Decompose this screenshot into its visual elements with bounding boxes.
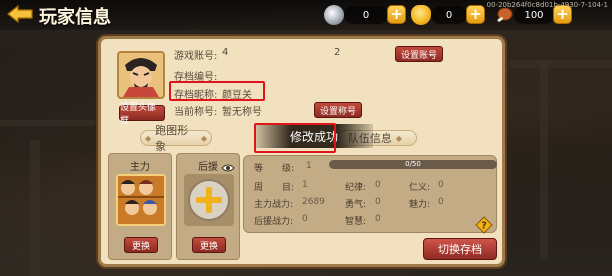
- courage-value: 0: [375, 197, 381, 207]
- backup-power-value: 0: [302, 214, 308, 224]
- backup-slot: 后援 更换: [176, 153, 240, 260]
- title-value: 暂无称号: [222, 107, 262, 118]
- plus-circle-icon: [188, 179, 230, 221]
- week-label-1: 周: [254, 183, 264, 193]
- tab-run-image-label: 跑图形象: [155, 124, 189, 153]
- main-power-label: 主力战力:: [254, 200, 294, 210]
- set-title-button[interactable]: 设置称号: [314, 102, 362, 118]
- discipline-value: 0: [375, 180, 381, 190]
- player-avatar[interactable]: [117, 51, 165, 99]
- question-mark-icon: ?: [475, 216, 493, 234]
- team-portraits-icon: [118, 176, 164, 224]
- stats-panel: 等 级: 1 0/50 周 目: 1 纪律: 0 仁义: 0 主力战力: 268…: [243, 155, 497, 234]
- wisdom-label: 智慧:: [345, 217, 367, 227]
- tab-right-ornament-icon: ◆: [200, 133, 207, 143]
- main-slot: 主力 更换: [108, 153, 172, 260]
- back-arrow-icon: [7, 5, 33, 23]
- gold-ingot-icon: [411, 5, 431, 25]
- account-label: 游戏账号:: [174, 51, 218, 62]
- main-power-value: 2689: [302, 197, 325, 207]
- week-value: 1: [302, 180, 308, 190]
- benevolence-value: 0: [438, 180, 444, 190]
- benevolence-label: 仁义:: [409, 183, 431, 193]
- main-team-thumbnail[interactable]: [116, 174, 166, 226]
- courage-label: 勇气:: [345, 200, 367, 210]
- backup-change-button[interactable]: 更换: [192, 237, 226, 253]
- tab-right-ornament-icon: ◆: [395, 133, 403, 143]
- eye-icon[interactable]: [221, 158, 235, 172]
- discipline-label: 纪律:: [345, 183, 367, 193]
- charm-label: 魅力:: [409, 200, 431, 210]
- build-id-text: 00-20b264f0c8d01b-4930-7-104-1: [486, 1, 608, 9]
- silver-coin-count: 0: [344, 6, 388, 24]
- main-slot-label: 主力: [130, 162, 150, 173]
- week-label-2: 目:: [282, 183, 295, 193]
- wisdom-value: 0: [375, 214, 381, 224]
- silver-coin-icon: [324, 5, 344, 25]
- toast-highlight: [254, 123, 336, 153]
- charm-value: 0: [438, 197, 444, 207]
- top-bar: 玩家信息 0 + 0 + 100 + 00-20b264f0c8d01b-493…: [0, 0, 612, 30]
- player-info-panel: 设置头像框 游戏账号: 4 2 设置账号 存档编号: 存档昵称: 颜豆关 当前称…: [98, 36, 505, 267]
- back-button[interactable]: [6, 5, 34, 23]
- add-gold-button[interactable]: +: [466, 5, 485, 24]
- account-value: 4: [222, 47, 229, 58]
- warrior-portrait-icon: [119, 53, 163, 97]
- add-silver-button[interactable]: +: [387, 5, 406, 24]
- tab-run-image[interactable]: ◆ 跑图形象 ◆: [140, 124, 212, 153]
- gold-ingot-count: 0: [431, 6, 467, 24]
- level-label-2: 级:: [282, 164, 295, 174]
- xp-text: 0/50: [405, 160, 421, 168]
- xp-progress-bar: 0/50: [329, 160, 497, 169]
- add-backup-button[interactable]: [184, 174, 234, 226]
- account-value-end: 2: [334, 47, 341, 58]
- set-avatar-frame-button[interactable]: 设置头像框: [119, 103, 165, 126]
- svg-text:?: ?: [481, 221, 487, 232]
- switch-save-button[interactable]: 切换存档: [423, 238, 497, 260]
- help-button[interactable]: ?: [475, 216, 493, 234]
- set-account-button[interactable]: 设置账号: [395, 46, 443, 62]
- page-title: 玩家信息: [39, 7, 111, 28]
- main-change-button[interactable]: 更换: [124, 237, 158, 253]
- level-label-1: 等: [254, 164, 264, 174]
- tab-left-ornament-icon: ◆: [145, 133, 152, 143]
- backup-power-label: 后援战力:: [254, 217, 294, 227]
- title-label: 当前称号:: [174, 107, 218, 118]
- level-value: 1: [306, 161, 312, 171]
- save-name-highlight: [169, 81, 265, 101]
